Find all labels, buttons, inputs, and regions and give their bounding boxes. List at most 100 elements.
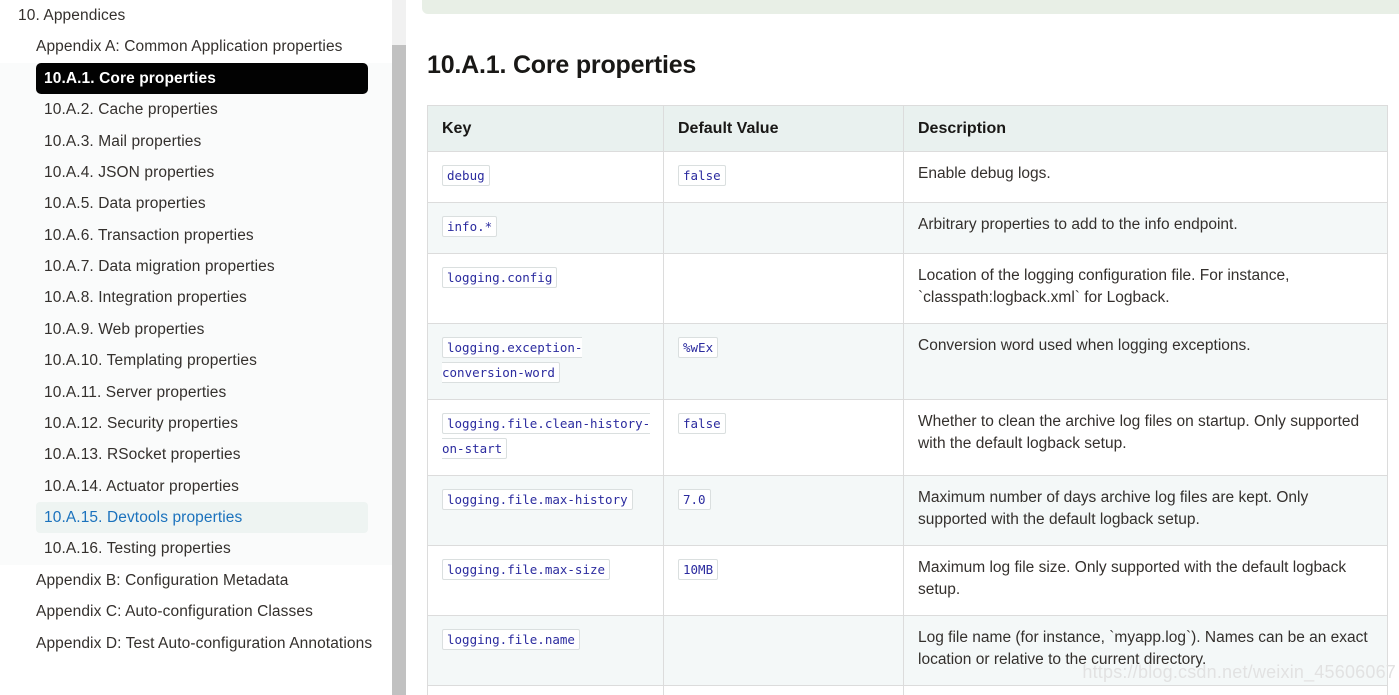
table-row: logging.file.clean-history-on-start false… xyxy=(427,399,1388,476)
documentation-page: 10. Appendices Appendix A: Common Applica… xyxy=(0,0,1399,695)
sidebar-item-label[interactable]: 10.A.3. Mail properties xyxy=(36,126,368,157)
core-properties-table: Key Default Value Description debug false… xyxy=(427,105,1388,695)
cell-default-value: %wEx xyxy=(663,323,904,400)
sidebar-item[interactable]: 10.A.13. RSocket properties xyxy=(0,439,392,470)
sidebar-scrollbar[interactable] xyxy=(392,0,406,695)
table-row: logging.file.path Location of the log fil… xyxy=(427,685,1388,695)
page-title: 10.A.1. Core properties xyxy=(427,51,697,79)
table-header-row: Key Default Value Description xyxy=(427,105,1388,152)
sidebar-item-label[interactable]: 10.A.7. Data migration properties xyxy=(36,251,368,282)
description-text: Maximum log file size. Only supported wi… xyxy=(918,559,1347,598)
table-row: info.* Arbitrary properties to add to the… xyxy=(427,202,1388,254)
property-key-code: info.* xyxy=(442,216,498,237)
cell-key: logging.config xyxy=(427,253,664,324)
sidebar-item[interactable]: 10.A.7. Data migration properties xyxy=(0,251,392,282)
sidebar-item-label[interactable]: 10.A.11. Server properties xyxy=(36,377,368,408)
sidebar-item[interactable]: 10.A.15. Devtools properties xyxy=(0,502,392,534)
cell-description: Conversion word used when logging except… xyxy=(903,323,1388,400)
sidebar-item-label[interactable]: 10.A.4. JSON properties xyxy=(36,157,368,188)
table-row: logging.exception-conversion-word %wEx Con… xyxy=(427,323,1388,400)
column-header-key: Key xyxy=(427,105,664,152)
property-key-code: logging.file.clean-history-on-start xyxy=(442,413,651,459)
cell-description: Maximum number of days archive log files… xyxy=(903,475,1388,546)
sidebar-item[interactable]: 10.A.16. Testing properties xyxy=(0,533,392,564)
cell-default-value: 7.0 xyxy=(663,475,904,546)
cell-default-value xyxy=(663,685,904,695)
sidebar-item[interactable]: 10.A.14. Actuator properties xyxy=(0,471,392,502)
description-text: Conversion word used when logging except… xyxy=(918,337,1251,354)
column-header-default-value: Default Value xyxy=(663,105,904,152)
sidebar-item[interactable]: 10.A.1. Core properties xyxy=(0,62,392,95)
sidebar-item[interactable]: Appendix A: Common Application propertie… xyxy=(0,31,392,62)
sidebar-item[interactable]: 10. Appendices xyxy=(0,0,392,31)
table-header: Key Default Value Description xyxy=(427,105,1388,152)
top-highlight-band xyxy=(422,0,1399,14)
property-key-code: logging.file.max-size xyxy=(442,559,611,580)
sidebar-item-label[interactable]: Appendix A: Common Application propertie… xyxy=(0,31,392,62)
cell-key: logging.file.path xyxy=(427,685,664,695)
cell-default-value: false xyxy=(663,399,904,476)
cell-default-value: 10MB xyxy=(663,545,904,616)
sidebar-item[interactable]: 10.A.4. JSON properties xyxy=(0,157,392,188)
description-text: Arbitrary properties to add to the info … xyxy=(918,216,1238,233)
sidebar-item-label[interactable]: 10.A.15. Devtools properties xyxy=(36,502,368,534)
cell-description: Arbitrary properties to add to the info … xyxy=(903,202,1388,254)
cell-default-value xyxy=(663,253,904,324)
sidebar-item[interactable]: 10.A.11. Server properties xyxy=(0,377,392,408)
sidebar-item-label[interactable]: Appendix B: Configuration Metadata xyxy=(0,565,392,596)
main-content: 10.A.1. Core properties Key Default Valu… xyxy=(392,0,1399,695)
sidebar-item[interactable]: 10.A.10. Templating properties xyxy=(0,345,392,376)
sidebar-item-label[interactable]: 10.A.8. Integration properties xyxy=(36,282,368,313)
sidebar-scrollbar-thumb[interactable] xyxy=(392,45,406,695)
default-value-code: false xyxy=(678,165,726,186)
column-header-description: Description xyxy=(903,105,1388,152)
sidebar-item[interactable]: 10.A.8. Integration properties xyxy=(0,282,392,313)
table-row: logging.config Location of the logging co… xyxy=(427,253,1388,324)
cell-description: Log file name (for instance, `myapp.log`… xyxy=(903,615,1388,686)
sidebar-item[interactable]: 10.A.2. Cache properties xyxy=(0,94,392,125)
cell-description: Location of the log file. For instance, … xyxy=(903,685,1388,695)
content-body: 10.A.1. Core properties Key Default Valu… xyxy=(392,14,1399,695)
sidebar-item-label[interactable]: 10.A.16. Testing properties xyxy=(36,533,368,564)
property-key-code: logging.file.name xyxy=(442,629,580,650)
sidebar-item[interactable]: Appendix D: Test Auto-configuration Anno… xyxy=(0,628,392,659)
sidebar-item-label[interactable]: 10.A.9. Web properties xyxy=(36,314,368,345)
description-text: Location of the logging configuration fi… xyxy=(918,267,1290,306)
sidebar-navigation: 10. Appendices Appendix A: Common Applica… xyxy=(0,0,392,695)
sidebar-item-label[interactable]: 10.A.2. Cache properties xyxy=(36,94,368,125)
cell-key: logging.file.name xyxy=(427,615,664,686)
default-value-code: %wEx xyxy=(678,337,719,358)
sidebar-item[interactable]: Appendix B: Configuration Metadata xyxy=(0,565,392,596)
sidebar-item-label[interactable]: Appendix D: Test Auto-configuration Anno… xyxy=(0,628,392,659)
sidebar-item-label[interactable]: 10.A.6. Transaction properties xyxy=(36,220,368,251)
table-row: logging.file.max-history 7.0 Maximum numbe… xyxy=(427,475,1388,546)
sidebar-item-label[interactable]: 10.A.1. Core properties xyxy=(36,62,368,95)
sidebar-item[interactable]: 10.A.3. Mail properties xyxy=(0,126,392,157)
sidebar-item-label[interactable]: 10.A.12. Security properties xyxy=(36,408,368,439)
table-row: logging.file.name Log file name (for inst… xyxy=(427,615,1388,686)
cell-key: info.* xyxy=(427,202,664,254)
sidebar-item[interactable]: Appendix C: Auto-configuration Classes xyxy=(0,596,392,627)
sidebar-item-label[interactable]: 10.A.14. Actuator properties xyxy=(36,471,368,502)
sidebar-item-label[interactable]: 10.A.5. Data properties xyxy=(36,188,368,219)
sidebar-item[interactable]: 10.A.6. Transaction properties xyxy=(0,220,392,251)
sidebar-sub-list: 10.A.1. Core properties 10.A.2. Cache pro… xyxy=(0,62,392,565)
sidebar-item-label[interactable]: Appendix C: Auto-configuration Classes xyxy=(0,596,392,627)
table-body: debug false Enable debug logs. info.* Arbitr… xyxy=(427,151,1388,695)
sidebar-item[interactable]: 10.A.12. Security properties xyxy=(0,408,392,439)
sidebar-item-label[interactable]: 10.A.13. RSocket properties xyxy=(36,439,368,470)
property-key-code: debug xyxy=(442,165,490,186)
property-key-code: logging.file.max-history xyxy=(442,489,633,510)
default-value-code: 10MB xyxy=(678,559,719,580)
default-value-code: false xyxy=(678,413,726,434)
cell-key: logging.exception-conversion-word xyxy=(427,323,664,400)
sidebar-item[interactable]: 10.A.9. Web properties xyxy=(0,314,392,345)
table-row: debug false Enable debug logs. xyxy=(427,151,1388,203)
table-row: logging.file.max-size 10MB Maximum log fil… xyxy=(427,545,1388,616)
sidebar-nav-list: 10. Appendices Appendix A: Common Applica… xyxy=(0,0,392,659)
sidebar-item-label[interactable]: 10. Appendices xyxy=(0,0,392,31)
description-text: Maximum number of days archive log files… xyxy=(918,489,1309,528)
cell-key: logging.file.max-history xyxy=(427,475,664,546)
sidebar-item-label[interactable]: 10.A.10. Templating properties xyxy=(36,345,368,376)
sidebar-item[interactable]: 10.A.5. Data properties xyxy=(0,188,392,219)
